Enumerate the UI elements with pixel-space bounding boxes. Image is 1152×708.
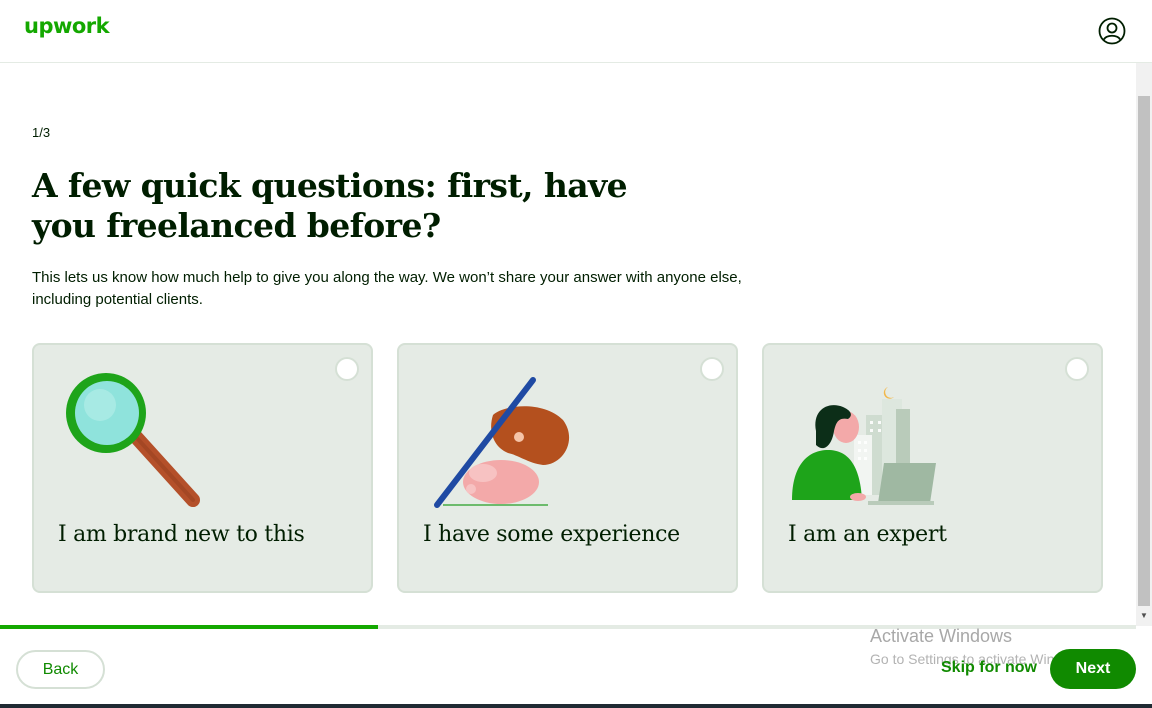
back-button[interactable]: Back — [16, 650, 105, 689]
page-title: A few quick questions: first, have you f… — [32, 166, 628, 245]
option-card-expert[interactable]: I am an expert — [762, 343, 1103, 593]
next-button[interactable]: Next — [1050, 649, 1136, 689]
option-radio[interactable] — [335, 357, 359, 381]
option-card-some-experience[interactable]: I have some experience — [397, 343, 738, 593]
option-radio[interactable] — [700, 357, 724, 381]
step-indicator: 1/3 — [32, 125, 51, 140]
option-card-brand-new[interactable]: I am brand new to this — [32, 343, 373, 593]
activate-windows-title: Activate Windows — [870, 626, 1013, 646]
person-laptop-city-illustration — [792, 387, 936, 505]
option-radio[interactable] — [1065, 357, 1089, 381]
option-label: I am an expert — [788, 522, 947, 547]
upwork-logo[interactable]: upwork — [24, 14, 110, 38]
scroll-down-arrow-icon[interactable]: ▼ — [1138, 610, 1150, 622]
skip-link[interactable]: Skip for now — [941, 659, 1037, 677]
user-circle-icon[interactable] — [1098, 17, 1126, 45]
page-subtitle: This lets us know how much help to give … — [32, 269, 742, 308]
hand-writing-illustration — [434, 377, 570, 508]
top-bar: upwork — [0, 0, 1152, 63]
magnifying-glass-illustration — [66, 373, 200, 507]
progress-fill — [0, 625, 378, 629]
option-label: I have some experience — [423, 522, 680, 547]
option-label: I am brand new to this — [58, 522, 305, 547]
scrollbar-thumb[interactable] — [1138, 96, 1150, 606]
taskbar-edge — [0, 704, 1152, 708]
